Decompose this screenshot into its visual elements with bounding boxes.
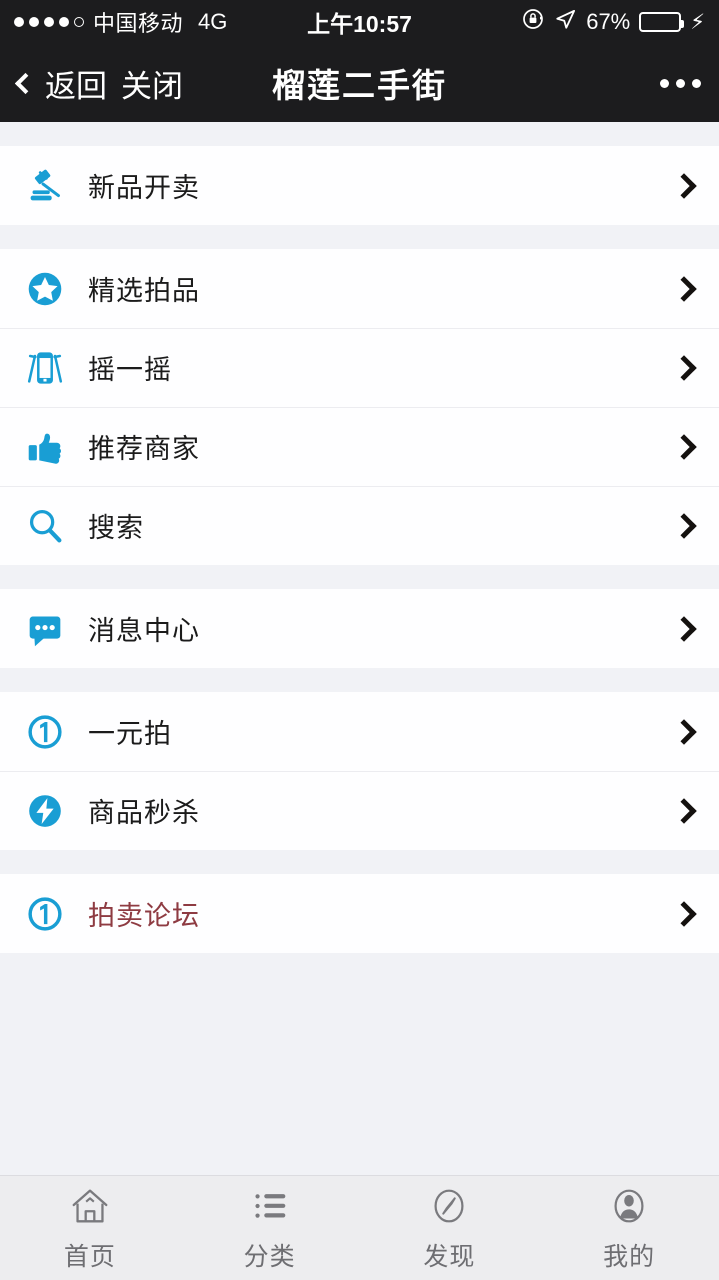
menu-row-label: 商品秒杀: [88, 798, 200, 828]
section-spacer: [0, 850, 719, 874]
menu-row[interactable]: 一元拍: [0, 692, 719, 771]
section-spacer: [0, 565, 719, 589]
network-type: 4G: [198, 9, 228, 34]
category-list-icon: [247, 1183, 293, 1229]
menu-row[interactable]: 搜索: [0, 486, 719, 565]
chevron-right-icon: [671, 718, 697, 745]
menu-row[interactable]: 拍卖论坛: [0, 874, 719, 953]
section-spacer: [0, 953, 719, 977]
more-dots-icon[interactable]: [660, 78, 701, 88]
menu-section: 一元拍 商品秒杀: [0, 692, 719, 850]
menu-row[interactable]: 新品开卖: [0, 146, 719, 225]
signal-strength-dots: [14, 17, 84, 27]
charging-bolt-icon: ⚡: [690, 10, 705, 34]
one-coin-icon: [22, 891, 68, 937]
lightning-circle-icon: [22, 788, 68, 834]
menu-row-label: 新品开卖: [88, 173, 200, 203]
status-bar-left: 中国移动 4G: [14, 6, 227, 38]
gavel-icon: [22, 163, 68, 209]
chevron-right-icon: [671, 900, 697, 927]
menu-row-label: 拍卖论坛: [88, 901, 200, 931]
menu-row-label: 推荐商家: [88, 434, 200, 464]
battery-icon: [639, 12, 685, 32]
person-icon: [606, 1183, 652, 1229]
search-icon: [22, 503, 68, 549]
tab-discover-label: 发现: [423, 1243, 476, 1271]
menu-row-label: 搜索: [88, 513, 144, 543]
status-bar-right: 67% ⚡: [521, 7, 705, 37]
menu-row[interactable]: 商品秒杀: [0, 771, 719, 850]
status-bar: 中国移动 4G 上午10:57 67% ⚡: [0, 0, 719, 44]
menu-row[interactable]: 推荐商家: [0, 407, 719, 486]
shake-phone-icon: [22, 345, 68, 391]
chevron-right-icon: [671, 512, 697, 539]
menu-section: 消息中心: [0, 589, 719, 668]
nav-bar-left-controls: 返回 关闭: [14, 61, 183, 106]
menu-row[interactable]: 摇一摇: [0, 328, 719, 407]
tab-category[interactable]: 分类: [180, 1176, 360, 1280]
menu-row[interactable]: 消息中心: [0, 589, 719, 668]
chevron-right-icon: [671, 797, 697, 824]
menu-row-label: 一元拍: [88, 719, 172, 749]
menu-row-label: 摇一摇: [88, 355, 172, 385]
tab-discover[interactable]: 发现: [360, 1176, 540, 1280]
chevron-right-icon: [671, 172, 697, 199]
chevron-right-icon: [671, 615, 697, 642]
compass-icon: [426, 1183, 472, 1229]
menu-row-label: 精选拍品: [88, 276, 200, 306]
tab-profile[interactable]: 我的: [539, 1176, 719, 1280]
section-spacer: [0, 668, 719, 692]
menu-row-label: 消息中心: [88, 616, 200, 646]
tab-home-label: 首页: [63, 1243, 116, 1271]
message-bubble-icon: [22, 606, 68, 652]
one-coin-icon: [22, 709, 68, 755]
location-arrow-icon: [554, 8, 577, 37]
bottom-tab-bar: 首页 分类 发现 我的: [0, 1175, 719, 1280]
tab-category-label: 分类: [243, 1243, 296, 1271]
tab-profile-label: 我的: [603, 1243, 656, 1271]
battery-percentage: 67%: [586, 9, 631, 34]
rotation-lock-icon: [521, 7, 545, 37]
menu-section: 精选拍品 摇一摇 推荐商家 搜索: [0, 249, 719, 565]
carrier-name: 中国移动: [93, 11, 184, 36]
thumbs-up-icon: [22, 424, 68, 470]
close-button[interactable]: 关闭: [121, 61, 183, 106]
nav-bar: 返回 关闭 榴莲二手街: [0, 44, 719, 122]
back-button[interactable]: 返回: [14, 61, 107, 106]
star-circle-icon: [22, 266, 68, 312]
menu-row[interactable]: 精选拍品: [0, 249, 719, 328]
chevron-right-icon: [671, 275, 697, 302]
chevron-right-icon: [671, 433, 697, 460]
chevron-right-icon: [671, 354, 697, 381]
tab-home[interactable]: 首页: [0, 1176, 180, 1280]
section-spacer: [0, 122, 719, 146]
chevron-left-icon: [14, 72, 37, 94]
section-spacer: [0, 225, 719, 249]
back-button-label: 返回: [45, 68, 107, 104]
home-icon: [67, 1183, 113, 1229]
menu-section: 新品开卖: [0, 146, 719, 225]
app-screen: 中国移动 4G 上午10:57 67% ⚡ 返回 关闭 榴莲二手街 新品开卖 精…: [0, 0, 719, 1280]
menu-list[interactable]: 新品开卖 精选拍品 摇一摇 推荐商家 搜索 消息中心 一元拍 商品秒杀 拍卖论坛: [0, 122, 719, 1175]
menu-section: 拍卖论坛: [0, 874, 719, 953]
